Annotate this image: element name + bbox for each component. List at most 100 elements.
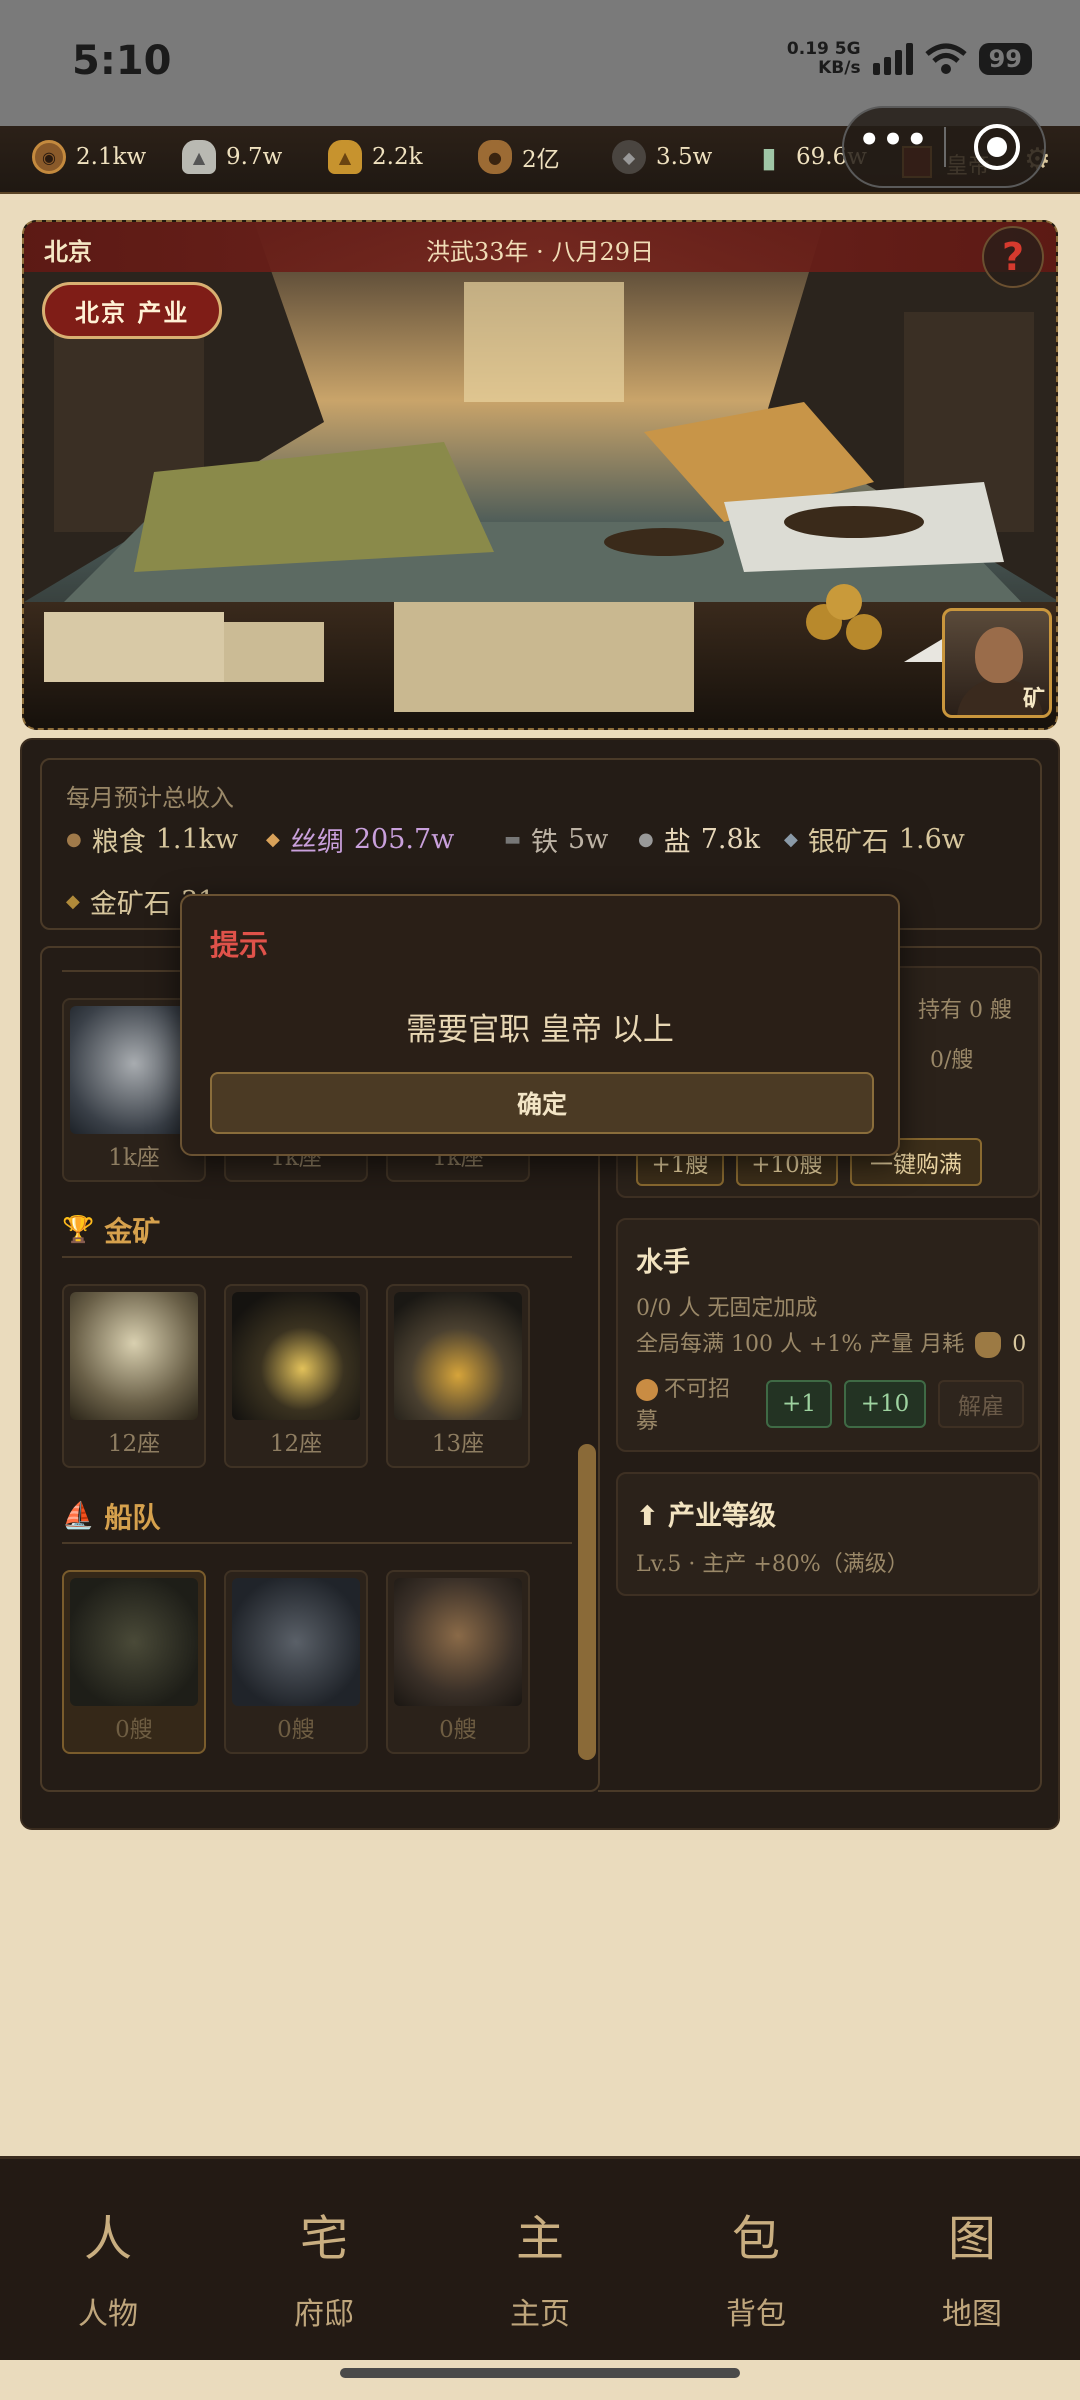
iron-icon: ▬ [504,829,522,850]
income-value: 7.8k [700,824,761,855]
ore-icon: ◆ [612,140,646,174]
income-item: ● 盐 7.8k [638,820,760,859]
tile-count: 12座 [107,1431,161,1457]
grain-sack-icon [975,1332,1002,1358]
trophy-icon: 🏆 [62,1215,95,1245]
ship-image [394,1578,522,1706]
income-item: ◆ 丝绸 205.7w [266,820,454,859]
card-title: 水手 [636,1247,690,1278]
resource-coin[interactable]: ◉ 2.1kw [32,140,146,174]
facility-tile[interactable]: 0艘 [386,1570,530,1754]
industry-level-card: ⬆ 产业等级 Lv.5 · 主产 +80%（满级） [616,1472,1040,1596]
facility-tile-selected[interactable]: 0艘 [62,1570,206,1754]
silver-ore-icon: ◆ [784,829,798,850]
capsule-divider [944,127,946,167]
resource-value: 3.5w [656,144,713,170]
fleet-section-title: ⛵ 船队 [62,1496,160,1536]
nav-bag[interactable]: 包 背包 [648,2199,864,2333]
net-speed-value: 0.19 [786,39,829,59]
ship-image [70,1578,198,1706]
income-label: 丝绸 [289,827,344,858]
nav-glyph: 人 [83,2211,132,2267]
silver-mine-image [70,1006,198,1134]
level-detail: Lv.5 · 主产 +80%（满级） [636,1552,909,1577]
nav-mansion[interactable]: 宅 府邸 [216,2199,432,2333]
resource-value: 2亿 [522,147,560,173]
income-label: 金矿石 [89,889,171,920]
jade-icon: ▮ [761,140,777,174]
resource-value: 9.7w [226,144,283,170]
silver-ingot-icon: ▲ [182,140,216,174]
silk-icon: ◆ [266,829,280,850]
nav-glyph: 图 [947,2211,996,2267]
industry-hero-banner: 北京 洪武33年 · 八月29日 ? 北京 产业 矿 [22,220,1058,730]
money-bag-icon: ● [478,140,512,174]
tile-count: 13座 [431,1431,485,1457]
list-scrollbar[interactable] [578,1444,596,1760]
resource-value: 2.1kw [76,144,147,170]
recruit-one-button[interactable]: +1 [766,1380,832,1428]
gold-ingot-icon: ▲ [328,140,362,174]
resource-gold[interactable]: ▲ 2.2k [328,140,423,174]
gold-mine-image [232,1292,360,1420]
facility-tile[interactable]: 12座 [62,1284,206,1468]
nav-map[interactable]: 图 地图 [864,2199,1080,2333]
nav-home[interactable]: 主 主页 [432,2199,648,2333]
miniapp-capsule: ••• [842,106,1046,188]
sailors-count: 0/0 人 无固定加成 [636,1296,818,1321]
industry-label: 北京 产业 [42,282,223,339]
income-value: 205.7w [353,824,455,855]
income-item: ● 粮食 1.1kw [66,820,238,859]
level-title-text: 产业等级 [668,1501,777,1532]
nav-label: 府邸 [294,2297,354,2332]
coin-icon: ◉ [32,140,66,174]
resource-money[interactable]: ● 2亿 [478,140,560,174]
recruit-ten-button[interactable]: +10 [844,1380,926,1428]
net-type: 5G [834,39,861,59]
gold-ore-icon: ◆ [66,891,80,912]
facility-tile[interactable]: 13座 [386,1284,530,1468]
income-value: 1.6w [898,824,965,855]
person-icon [636,1379,658,1401]
tile-count: 0艘 [277,1717,315,1743]
notice-dialog: 提示 需要官职 皇帝 以上 确定 [180,894,900,1156]
battery-icon: 99 [978,43,1032,75]
nav-character[interactable]: 人 人物 [0,2199,216,2333]
facility-tile[interactable]: 0艘 [224,1570,368,1754]
status-icons: 0.19 5G KB/s 99 [787,40,1032,78]
grain-icon: ● [66,829,82,850]
more-icon[interactable]: ••• [844,120,944,160]
resource-value: 2.2k [372,144,423,170]
nav-glyph: 宅 [299,2211,348,2267]
manager-portrait[interactable]: 矿 [942,608,1052,718]
home-indicator[interactable] [340,2368,740,2378]
gold-mine-image [70,1292,198,1420]
income-title: 每月预计总收入 [66,784,234,812]
recruit-status: 不可招募 [636,1374,746,1438]
income-label: 粮食 [91,827,146,858]
close-miniapp-icon[interactable] [974,124,1020,170]
income-item: ◆ 银矿石 1.6w [784,820,965,859]
section-divider [62,1256,572,1258]
sailors-monthly-cost: 0 [1012,1332,1027,1357]
ships-owned: 持有 0 艘 [918,998,1012,1023]
income-item: ▬ 铁 5w [504,820,608,859]
income-label: 铁 [531,827,559,858]
dialog-title: 提示 [210,928,269,962]
income-label: 银矿石 [807,827,889,858]
bottom-navigation: 人 人物 宅 府邸 主 主页 包 背包 图 地图 [0,2156,1080,2360]
dismiss-button[interactable]: 解雇 [938,1380,1024,1428]
nav-glyph: 包 [731,2211,780,2267]
ship-image [232,1578,360,1706]
facility-tile[interactable]: 12座 [224,1284,368,1468]
game-date: 洪武33年 · 八月29日 [426,238,654,266]
confirm-button[interactable]: 确定 [210,1072,874,1134]
dialog-message: 需要官职 皇帝 以上 [406,1012,674,1048]
income-value: 5w [568,824,609,855]
help-icon[interactable]: ? [982,226,1044,288]
resource-silver[interactable]: ▲ 9.7w [182,140,282,174]
sailors-card: 水手 0/0 人 无固定加成 全局每满 100 人 +1% 产量 月耗 0 不可… [616,1218,1040,1452]
resource-ore[interactable]: ◆ 3.5w [612,140,712,174]
income-value: 1.1kw [155,824,239,855]
nav-glyph: 主 [515,2211,564,2267]
